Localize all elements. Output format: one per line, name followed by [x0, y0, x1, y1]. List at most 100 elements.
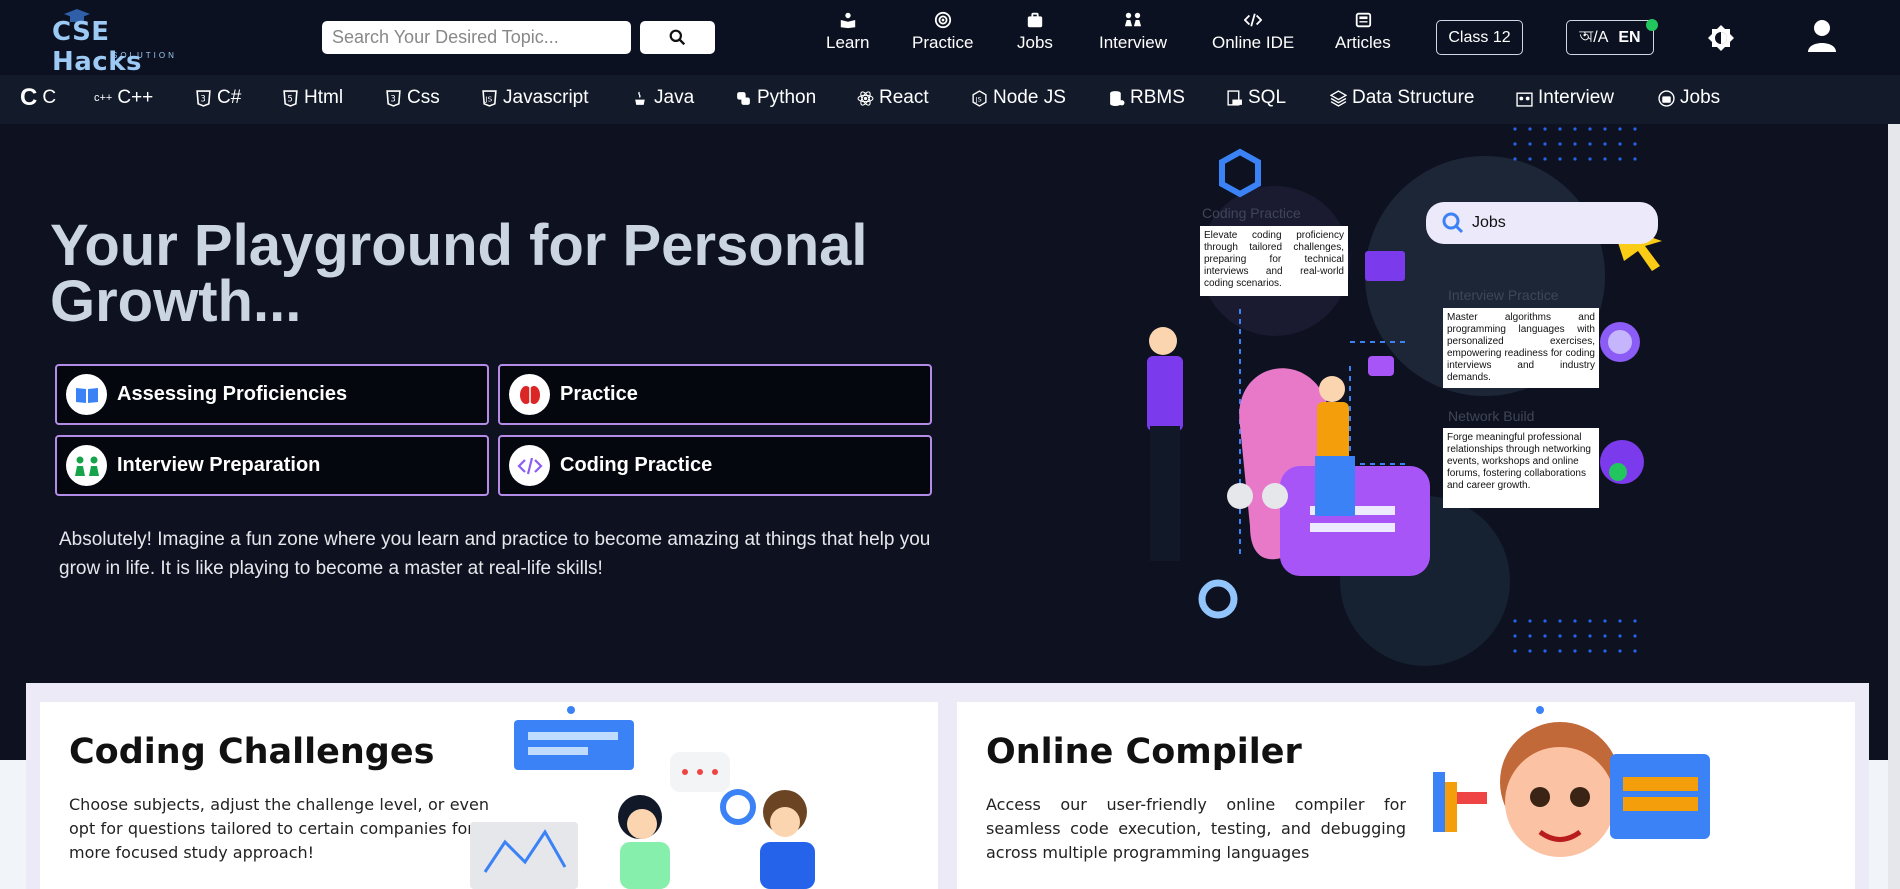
layers-icon: [1330, 89, 1347, 107]
interview-icon: [74, 456, 99, 476]
nav-practice-label: Practice: [912, 33, 974, 52]
tech-item-css[interactable]: 3 Css: [385, 87, 440, 109]
people-icon: [1124, 12, 1142, 27]
card-title: Online Compiler: [986, 732, 1302, 772]
theme-toggle-icon[interactable]: [1707, 24, 1735, 52]
tech-item-data-structure[interactable]: Data Structure: [1330, 87, 1475, 109]
illustration-search-text: Jobs: [1472, 214, 1506, 231]
java-cup-icon: [635, 91, 645, 105]
nav-jobs-label: Jobs: [1017, 33, 1053, 52]
tech-item-java[interactable]: Java: [632, 87, 694, 109]
tech-item-interview[interactable]: Interview: [1516, 87, 1614, 109]
network-build-card: Forge meaningful professional relationsh…: [1443, 428, 1599, 508]
tech-item-label: Python: [757, 87, 817, 108]
tech-item-html[interactable]: 5 Html: [282, 87, 343, 109]
hero-illustration: Coding Practice Elevate coding proficien…: [1110, 126, 1700, 666]
coding-practice-card: Elevate coding proficiency through tailo…: [1200, 226, 1348, 296]
top-header: CSE Hacks SOLUTION Learn Practice Jobs I…: [0, 0, 1900, 77]
svg-text:JS: JS: [975, 95, 982, 103]
tech-item-jobs[interactable]: Jobs: [1658, 87, 1720, 109]
tech-item-label: Html: [304, 87, 344, 108]
class-selector-button[interactable]: Class 12: [1436, 20, 1523, 55]
nav-articles[interactable]: Articles: [1335, 11, 1391, 53]
svg-text:5: 5: [287, 94, 292, 104]
site-logo[interactable]: CSE Hacks SOLUTION: [52, 9, 200, 77]
language-code-label: EN: [1618, 28, 1641, 46]
c-logo-icon: C: [20, 84, 38, 111]
feature-icon-circle: [509, 374, 550, 415]
feature-icon-circle: [509, 445, 550, 486]
feature-icon-circle: [66, 445, 107, 486]
nav-learn-label: Learn: [826, 33, 870, 52]
tech-item-label: Jobs: [1680, 87, 1721, 108]
tech-item-label: SQL: [1248, 87, 1287, 108]
tech-item-label: RBMS: [1130, 87, 1185, 108]
tech-item-nodejs[interactable]: JS Node JS: [971, 87, 1066, 109]
tech-item-label: Node JS: [993, 87, 1066, 108]
nodejs-hexagon-icon: JS: [972, 89, 987, 107]
search-button[interactable]: [640, 21, 715, 54]
tech-item-python[interactable]: Python: [735, 87, 816, 109]
nav-jobs[interactable]: Jobs: [1017, 11, 1053, 53]
shield-icon: 3: [196, 89, 211, 107]
tech-item-react[interactable]: React: [857, 87, 929, 109]
card-title: Coding Challenges: [69, 732, 435, 772]
tech-item-cpp[interactable]: c++ C++: [94, 87, 153, 109]
technology-nav-bar: C C c++ C++ 3 C# 5 Html 3 Css JS Javascr…: [0, 75, 1900, 124]
nav-learn[interactable]: Learn: [826, 11, 869, 53]
database-icon: [1110, 90, 1125, 106]
cpp-logo-icon: c++: [94, 92, 113, 104]
nav-online-ide-label: Online IDE: [1212, 33, 1295, 52]
page-scrollbar[interactable]: [1888, 124, 1900, 889]
nav-practice[interactable]: Practice: [912, 11, 973, 53]
feature-label: Interview Preparation: [117, 454, 321, 476]
nav-online-ide[interactable]: Online IDE: [1212, 11, 1294, 53]
tech-item-sql[interactable]: SQL: [1226, 87, 1286, 109]
feature-icon-circle: [66, 374, 107, 415]
user-profile-icon[interactable]: [1806, 18, 1838, 54]
logo-text: CSE Hacks: [52, 17, 142, 77]
interview-practice-card: Master algorithms and programming langua…: [1443, 308, 1599, 388]
book-icon: [840, 12, 855, 29]
network-build-heading: Network Build: [1448, 408, 1535, 424]
online-compiler-illustration: [1433, 706, 1710, 857]
target-icon: [934, 11, 951, 29]
search-icon: [1442, 212, 1464, 234]
css3-icon: 3: [386, 89, 401, 107]
code-icon: [1244, 13, 1263, 27]
svg-text:3: 3: [390, 94, 395, 104]
illustration-search-bar: Jobs: [1426, 202, 1658, 244]
coding-practice-button[interactable]: Coding Practice: [498, 435, 932, 496]
tech-item-label: React: [879, 87, 929, 108]
jobs-icon: [1658, 89, 1675, 107]
tech-item-rbms[interactable]: RBMS: [1108, 87, 1185, 109]
online-compiler-card[interactable]: Online Compiler Access our user-friendly…: [957, 702, 1855, 889]
code-icon: [516, 457, 543, 474]
language-toggle-button[interactable]: অ/A EN: [1566, 20, 1654, 55]
search-icon: [669, 29, 686, 46]
tech-item-csharp[interactable]: 3 C#: [195, 87, 241, 109]
coding-practice-heading: Coding Practice: [1202, 205, 1301, 221]
feature-label: Assessing Proficiencies: [117, 383, 348, 405]
svg-text:JS: JS: [484, 94, 492, 103]
briefcase-icon: [1027, 12, 1043, 28]
search-input[interactable]: [322, 21, 631, 54]
language-script-label: অ/A: [1579, 29, 1609, 46]
python-icon: [737, 91, 750, 105]
tech-item-c[interactable]: C C: [20, 84, 56, 111]
card-description: Choose subjects, adjust the challenge le…: [69, 795, 489, 862]
coding-challenges-card[interactable]: Coding Challenges Choose subjects, adjus…: [40, 702, 938, 889]
practice-button[interactable]: Practice: [498, 364, 932, 425]
interview-preparation-button[interactable]: Interview Preparation: [55, 435, 489, 496]
html5-icon: 5: [283, 89, 298, 107]
nav-articles-label: Articles: [1335, 33, 1391, 52]
assessing-proficiencies-button[interactable]: Assessing Proficiencies: [55, 364, 489, 425]
tech-item-label: Javascript: [503, 87, 589, 108]
nav-interview[interactable]: Interview: [1099, 11, 1167, 53]
feature-label: Coding Practice: [560, 454, 713, 476]
feature-label: Practice: [560, 383, 638, 405]
tech-item-label: C#: [217, 87, 242, 108]
open-book-icon: [75, 387, 98, 403]
coding-challenges-illustration: [470, 706, 815, 889]
tech-item-javascript[interactable]: JS Javascript: [481, 87, 589, 109]
